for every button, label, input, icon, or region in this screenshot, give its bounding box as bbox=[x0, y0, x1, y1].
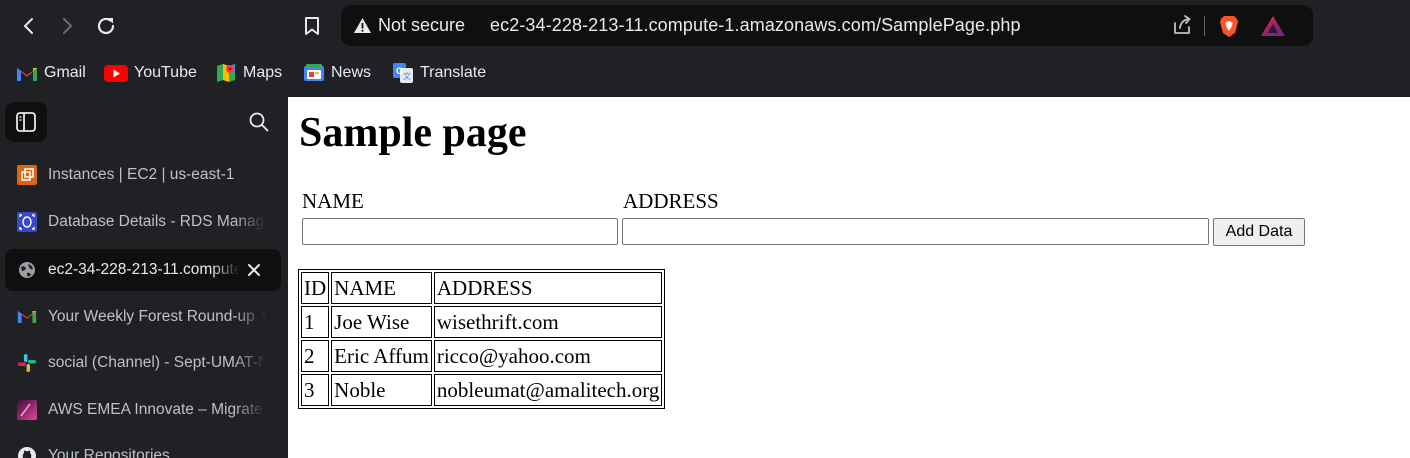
bookmark-maps[interactable]: Maps bbox=[215, 61, 282, 85]
back-arrow-icon bbox=[24, 18, 33, 34]
add-data-button[interactable]: Add Data bbox=[1213, 218, 1305, 246]
share-icon[interactable] bbox=[1171, 14, 1193, 36]
bookmark-youtube[interactable]: YouTube bbox=[104, 61, 197, 85]
tab-item[interactable]: Your Repositories bbox=[5, 435, 281, 458]
slack-icon bbox=[16, 352, 38, 374]
name-field-label: NAME bbox=[302, 189, 364, 213]
table-row: 2 Eric Affum ricco@yahoo.com bbox=[301, 340, 663, 372]
sidebar-panel-icon bbox=[16, 112, 36, 132]
aws-event-icon bbox=[16, 399, 38, 421]
table-cell-name: Joe Wise bbox=[331, 306, 432, 338]
reload-button[interactable] bbox=[92, 12, 120, 40]
omnibox-divider bbox=[1204, 16, 1205, 36]
reload-icon bbox=[97, 17, 115, 35]
bookmarks-bar: Gmail YouTube Maps News G文 Translate bbox=[0, 52, 1410, 97]
github-icon bbox=[16, 445, 38, 458]
bookmark-label: Gmail bbox=[44, 64, 86, 81]
tab-item-active[interactable]: ec2-34-228-213-11.compute-1.amazonaws.co… bbox=[5, 249, 281, 291]
address-input[interactable] bbox=[622, 218, 1209, 245]
youtube-icon bbox=[104, 64, 128, 82]
table-header-cell: ADDRESS bbox=[433, 272, 663, 304]
svg-text:G: G bbox=[396, 66, 403, 76]
table-cell-id: 1 bbox=[301, 306, 330, 338]
bookmark-label: Translate bbox=[420, 64, 487, 81]
page-title: Sample page bbox=[299, 110, 527, 156]
forward-arrow-icon bbox=[63, 18, 72, 34]
table-row: 3 Noble nobleumat@amalitech.org bbox=[301, 374, 663, 406]
brave-rewards-icon[interactable] bbox=[1260, 14, 1286, 38]
vertical-tab-sidebar: Instances | EC2 | us-east-1 Database Det… bbox=[0, 97, 288, 458]
globe-icon bbox=[16, 259, 38, 281]
table-header-row: ID NAME ADDRESS bbox=[301, 272, 663, 304]
table-cell-address: nobleumat@amalitech.org bbox=[433, 374, 663, 406]
name-input[interactable] bbox=[302, 218, 618, 245]
table-cell-name: Noble bbox=[331, 374, 432, 406]
security-status-label[interactable]: Not secure bbox=[378, 15, 465, 36]
svg-text:文: 文 bbox=[403, 71, 411, 81]
bookmark-page-button[interactable] bbox=[298, 12, 326, 40]
bookmark-news[interactable]: News bbox=[303, 61, 371, 85]
rds-icon bbox=[16, 211, 38, 233]
bookmark-icon bbox=[305, 17, 319, 35]
bookmark-label: Maps bbox=[243, 64, 283, 81]
gmail-icon bbox=[17, 67, 37, 81]
bookmark-translate[interactable]: G文 Translate bbox=[392, 61, 486, 85]
back-button[interactable] bbox=[15, 12, 43, 40]
address-bar[interactable]: Not secure ec2-34-228-213-11.compute-1.a… bbox=[341, 5, 1313, 46]
tab-item[interactable]: Database Details - RDS Management Consol… bbox=[5, 201, 281, 243]
brave-shields-icon[interactable] bbox=[1218, 14, 1240, 38]
table-cell-name: Eric Affum bbox=[331, 340, 432, 372]
close-tab-icon[interactable] bbox=[244, 260, 264, 280]
tab-title: Your Weekly Forest Round-up 👇 bbox=[48, 307, 266, 325]
table-cell-address: wisethrift.com bbox=[433, 306, 663, 338]
data-table: ID NAME ADDRESS 1 Joe Wise wisethrift.co… bbox=[298, 269, 666, 409]
warning-triangle-icon bbox=[354, 18, 371, 33]
address-field-label: ADDRESS bbox=[623, 189, 719, 213]
bookmark-gmail[interactable]: Gmail bbox=[16, 61, 86, 85]
table-row: 1 Joe Wise wisethrift.com bbox=[301, 306, 663, 338]
ec2-icon bbox=[16, 164, 38, 186]
tab-title: Instances | EC2 | us-east-1 bbox=[48, 166, 235, 183]
table-cell-id: 3 bbox=[301, 374, 330, 406]
table-header-cell: NAME bbox=[331, 272, 432, 304]
gmail-icon bbox=[16, 305, 38, 327]
url-text[interactable]: ec2-34-228-213-11.compute-1.amazonaws.co… bbox=[490, 15, 1021, 36]
tab-title: Database Details - RDS Management Consol… bbox=[48, 213, 266, 230]
tab-title: ec2-34-228-213-11.compute-1.amazonaws.co… bbox=[48, 261, 240, 278]
sidebar-toggle-button[interactable] bbox=[5, 102, 47, 142]
web-page-content: Sample page NAME ADDRESS Add Data ID NAM… bbox=[288, 97, 1410, 458]
table-cell-address: ricco@yahoo.com bbox=[433, 340, 663, 372]
tab-item[interactable]: AWS EMEA Innovate – Migrate, Modernize bbox=[5, 389, 281, 431]
table-cell-id: 2 bbox=[301, 340, 330, 372]
browser-toolbar: Not secure ec2-34-228-213-11.compute-1.a… bbox=[0, 0, 1410, 52]
tab-item[interactable]: social (Channel) - Sept-UMAT-NSS bbox=[5, 342, 281, 384]
news-icon bbox=[304, 64, 324, 81]
tab-title: Your Repositories bbox=[48, 447, 170, 458]
table-header-cell: ID bbox=[301, 272, 330, 304]
forward-button[interactable] bbox=[53, 12, 81, 40]
tab-item[interactable]: Your Weekly Forest Round-up 👇 bbox=[5, 295, 281, 337]
tab-title: social (Channel) - Sept-UMAT-NSS bbox=[48, 354, 266, 371]
translate-icon: G文 bbox=[393, 63, 413, 83]
tab-item[interactable]: Instances | EC2 | us-east-1 bbox=[5, 154, 281, 196]
maps-icon bbox=[217, 64, 235, 82]
bookmark-label: News bbox=[331, 64, 372, 81]
tab-title: AWS EMEA Innovate – Migrate, Modernize bbox=[48, 401, 266, 418]
search-tabs-icon[interactable] bbox=[248, 111, 270, 133]
bookmark-label: YouTube bbox=[134, 64, 197, 81]
